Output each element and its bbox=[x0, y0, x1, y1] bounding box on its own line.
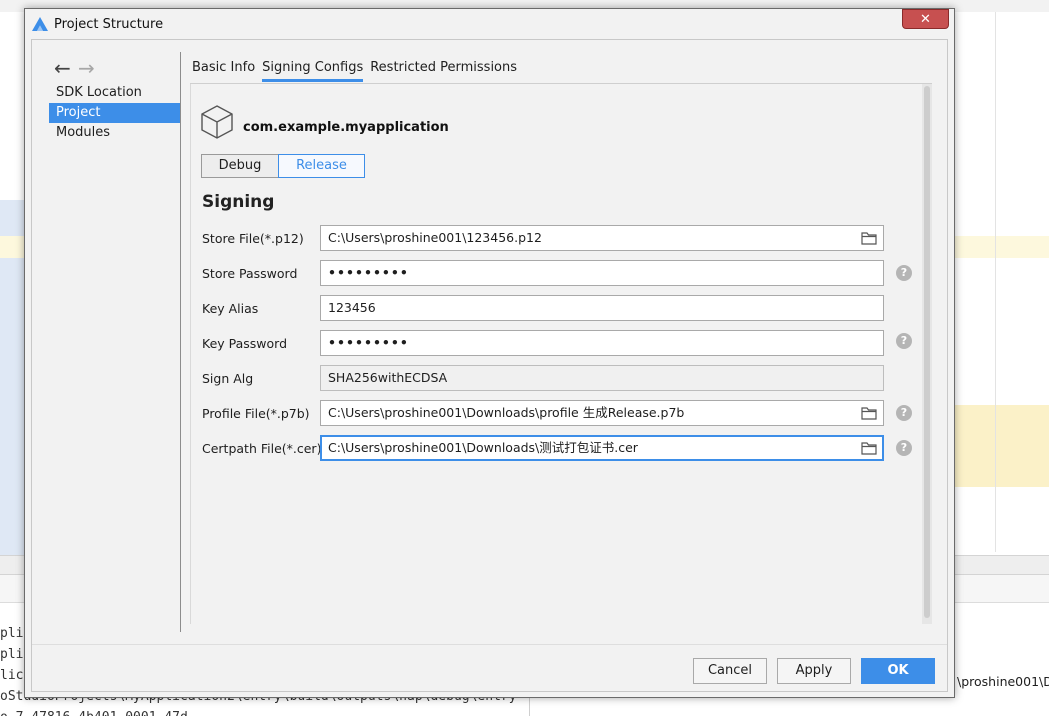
store-file-value: C:\Users\proshine001\123456.p12 bbox=[328, 230, 542, 245]
ok-button[interactable]: OK bbox=[861, 658, 935, 684]
forward-arrow-icon[interactable]: → bbox=[78, 56, 102, 80]
signing-section-title: Signing bbox=[202, 192, 275, 212]
certpath-file-field[interactable]: C:\Users\proshine001\Downloads\测试打包证书.ce… bbox=[320, 435, 884, 461]
close-button[interactable]: ✕ bbox=[902, 9, 949, 29]
dialog-body: ← → SDK Location Project Modules Basic In… bbox=[31, 39, 948, 692]
nav-item-project[interactable]: Project bbox=[49, 103, 180, 123]
nav-item-sdk-location[interactable]: SDK Location bbox=[49, 83, 180, 103]
app-logo-icon bbox=[32, 17, 48, 31]
key-alias-field[interactable]: 123456 bbox=[320, 295, 884, 321]
ide-margin-line bbox=[995, 12, 996, 552]
tab-restricted-permissions[interactable]: Restricted Permissions bbox=[370, 58, 517, 82]
key-alias-value: 123456 bbox=[328, 300, 376, 315]
key-password-value: ••••••••• bbox=[328, 335, 409, 350]
profile-file-value: C:\Users\proshine001\Downloads\profile 生… bbox=[328, 405, 685, 420]
settings-nav: SDK Location Project Modules bbox=[49, 83, 180, 143]
back-arrow-icon[interactable]: ← bbox=[54, 56, 78, 80]
certpath-file-value: C:\Users\proshine001\Downloads\测试打包证书.ce… bbox=[328, 440, 638, 455]
nav-divider bbox=[180, 52, 181, 632]
module-cube-icon bbox=[201, 105, 233, 139]
build-type-switch: Debug Release bbox=[201, 154, 365, 178]
folder-browse-icon[interactable] bbox=[861, 441, 877, 455]
scrollbar-thumb[interactable] bbox=[924, 86, 930, 618]
tab-signing-configs[interactable]: Signing Configs bbox=[262, 58, 364, 82]
dialog-titlebar[interactable]: Project Structure ✕ bbox=[25, 9, 954, 39]
module-name: com.example.myapplication bbox=[243, 120, 449, 135]
ide-line-highlight bbox=[955, 236, 1049, 258]
ide-line-highlight bbox=[955, 405, 1049, 487]
nav-history: ← → bbox=[54, 56, 102, 80]
footer-divider bbox=[32, 644, 947, 645]
release-button[interactable]: Release bbox=[278, 154, 365, 178]
key-alias-label: Key Alias bbox=[202, 301, 259, 316]
profile-file-label: Profile File(*.p7b) bbox=[202, 406, 310, 421]
tab-bar: Basic Info Signing Configs Restricted Pe… bbox=[192, 58, 524, 84]
key-password-help-icon[interactable]: ? bbox=[896, 333, 912, 349]
store-file-label: Store File(*.p12) bbox=[202, 231, 304, 246]
sign-alg-label: Sign Alg bbox=[202, 371, 254, 386]
certpath-file-help-icon[interactable]: ? bbox=[896, 440, 912, 456]
key-password-label: Key Password bbox=[202, 336, 288, 351]
folder-browse-icon[interactable] bbox=[861, 406, 877, 420]
store-password-field[interactable]: ••••••••• bbox=[320, 260, 884, 286]
store-password-help-icon[interactable]: ? bbox=[896, 265, 912, 281]
tab-basic-info[interactable]: Basic Info bbox=[192, 58, 255, 82]
console-line: o-7-47816-4b401-0001-47d bbox=[0, 710, 188, 716]
dialog-title: Project Structure bbox=[54, 17, 164, 32]
store-password-label: Store Password bbox=[202, 266, 298, 281]
store-password-value: ••••••••• bbox=[328, 265, 409, 280]
sign-alg-field: SHA256withECDSA bbox=[320, 365, 884, 391]
profile-file-help-icon[interactable]: ? bbox=[896, 405, 912, 421]
apply-button[interactable]: Apply bbox=[777, 658, 851, 684]
console-path-text: \proshine001\Do bbox=[957, 674, 1049, 689]
nav-item-modules[interactable]: Modules bbox=[49, 123, 180, 143]
cancel-button[interactable]: Cancel bbox=[693, 658, 767, 684]
key-password-field[interactable]: ••••••••• bbox=[320, 330, 884, 356]
folder-browse-icon[interactable] bbox=[861, 231, 877, 245]
certpath-file-label: Certpath File(*.cer) bbox=[202, 441, 322, 456]
debug-button[interactable]: Debug bbox=[201, 154, 279, 178]
store-file-field[interactable]: C:\Users\proshine001\123456.p12 bbox=[320, 225, 884, 251]
sign-alg-value: SHA256withECDSA bbox=[328, 370, 448, 385]
project-structure-dialog: Project Structure ✕ ← → SDK Location Proj… bbox=[24, 8, 955, 698]
profile-file-field[interactable]: C:\Users\proshine001\Downloads\profile 生… bbox=[320, 400, 884, 426]
